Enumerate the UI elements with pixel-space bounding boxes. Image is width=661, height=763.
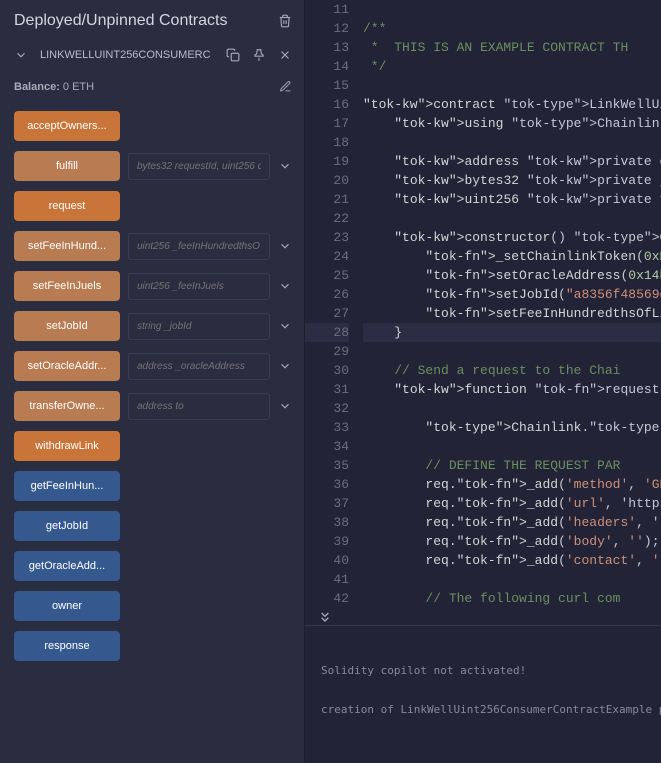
- function-input[interactable]: [128, 273, 270, 300]
- function-row: acceptOwners...: [14, 111, 292, 141]
- function-button[interactable]: acceptOwners...: [14, 111, 120, 141]
- pin-icon[interactable]: [252, 48, 266, 62]
- function-row: withdrawLink: [14, 431, 292, 461]
- function-button[interactable]: owner: [14, 591, 120, 621]
- chevron-down-icon[interactable]: [278, 319, 292, 333]
- function-button[interactable]: fulfill: [14, 151, 120, 181]
- function-row: setFeeInHund...: [14, 231, 292, 261]
- function-button[interactable]: getOracleAdd...: [14, 551, 120, 581]
- function-row: fulfill: [14, 151, 292, 181]
- close-icon[interactable]: [278, 48, 292, 62]
- code-area[interactable]: /** * THIS IS AN EXAMPLE CONTRACT TH */"…: [363, 0, 661, 625]
- function-button[interactable]: getFeeInHun...: [14, 471, 120, 501]
- function-button[interactable]: getJobId: [14, 511, 120, 541]
- collapse-icon[interactable]: [317, 609, 333, 625]
- chevron-down-icon[interactable]: [278, 239, 292, 253]
- trash-icon[interactable]: [278, 14, 292, 28]
- function-row: request: [14, 191, 292, 221]
- edit-icon[interactable]: [279, 80, 292, 93]
- function-button[interactable]: transferOwne...: [14, 391, 120, 421]
- function-row: setFeeInJuels: [14, 271, 292, 301]
- function-input[interactable]: [128, 353, 270, 380]
- function-input[interactable]: [128, 313, 270, 340]
- sidebar: Deployed/Unpinned Contracts LINKWELLUINT…: [0, 0, 305, 763]
- function-row: getFeeInHun...: [14, 471, 292, 501]
- console-line: Solidity copilot not activated!: [321, 664, 645, 677]
- console-line: creation of LinkWellUint256ConsumerContr…: [321, 703, 645, 716]
- function-input[interactable]: [128, 233, 270, 260]
- console-panel: Solidity copilot not activated! creation…: [305, 625, 661, 763]
- function-button[interactable]: setFeeInHund...: [14, 231, 120, 261]
- function-button[interactable]: request: [14, 191, 120, 221]
- function-row: setJobId: [14, 311, 292, 341]
- sidebar-title: Deployed/Unpinned Contracts: [14, 12, 227, 30]
- sidebar-header: Deployed/Unpinned Contracts: [14, 12, 292, 30]
- function-input[interactable]: [128, 393, 270, 420]
- function-button[interactable]: setJobId: [14, 311, 120, 341]
- function-input[interactable]: [128, 153, 270, 180]
- chevron-down-icon[interactable]: [278, 359, 292, 373]
- balance-row: Balance: 0 ETH: [14, 80, 292, 93]
- chevron-down-icon[interactable]: [278, 399, 292, 413]
- function-row: setOracleAddr...: [14, 351, 292, 381]
- function-list: acceptOwners... fulfill request setFeeInHun…: [14, 111, 292, 661]
- function-row: getOracleAdd...: [14, 551, 292, 581]
- balance-text: Balance: 0 ETH: [14, 81, 94, 93]
- copy-icon[interactable]: [226, 48, 240, 62]
- function-button[interactable]: response: [14, 631, 120, 661]
- function-button[interactable]: setFeeInJuels: [14, 271, 120, 301]
- line-gutter: 1112131415161718192021222324252627282930…: [305, 0, 363, 625]
- function-button[interactable]: setOracleAddr...: [14, 351, 120, 381]
- main-panel: 1112131415161718192021222324252627282930…: [305, 0, 661, 763]
- chevron-down-icon[interactable]: [278, 279, 292, 293]
- function-row: transferOwne...: [14, 391, 292, 421]
- code-editor[interactable]: 1112131415161718192021222324252627282930…: [305, 0, 661, 625]
- contract-row: LINKWELLUINT256CONSUMERC: [14, 48, 292, 62]
- contract-name: LINKWELLUINT256CONSUMERC: [40, 49, 214, 61]
- function-row: owner: [14, 591, 292, 621]
- function-row: getJobId: [14, 511, 292, 541]
- function-row: response: [14, 631, 292, 661]
- chevron-down-icon[interactable]: [14, 48, 28, 62]
- chevron-down-icon[interactable]: [278, 159, 292, 173]
- function-button[interactable]: withdrawLink: [14, 431, 120, 461]
